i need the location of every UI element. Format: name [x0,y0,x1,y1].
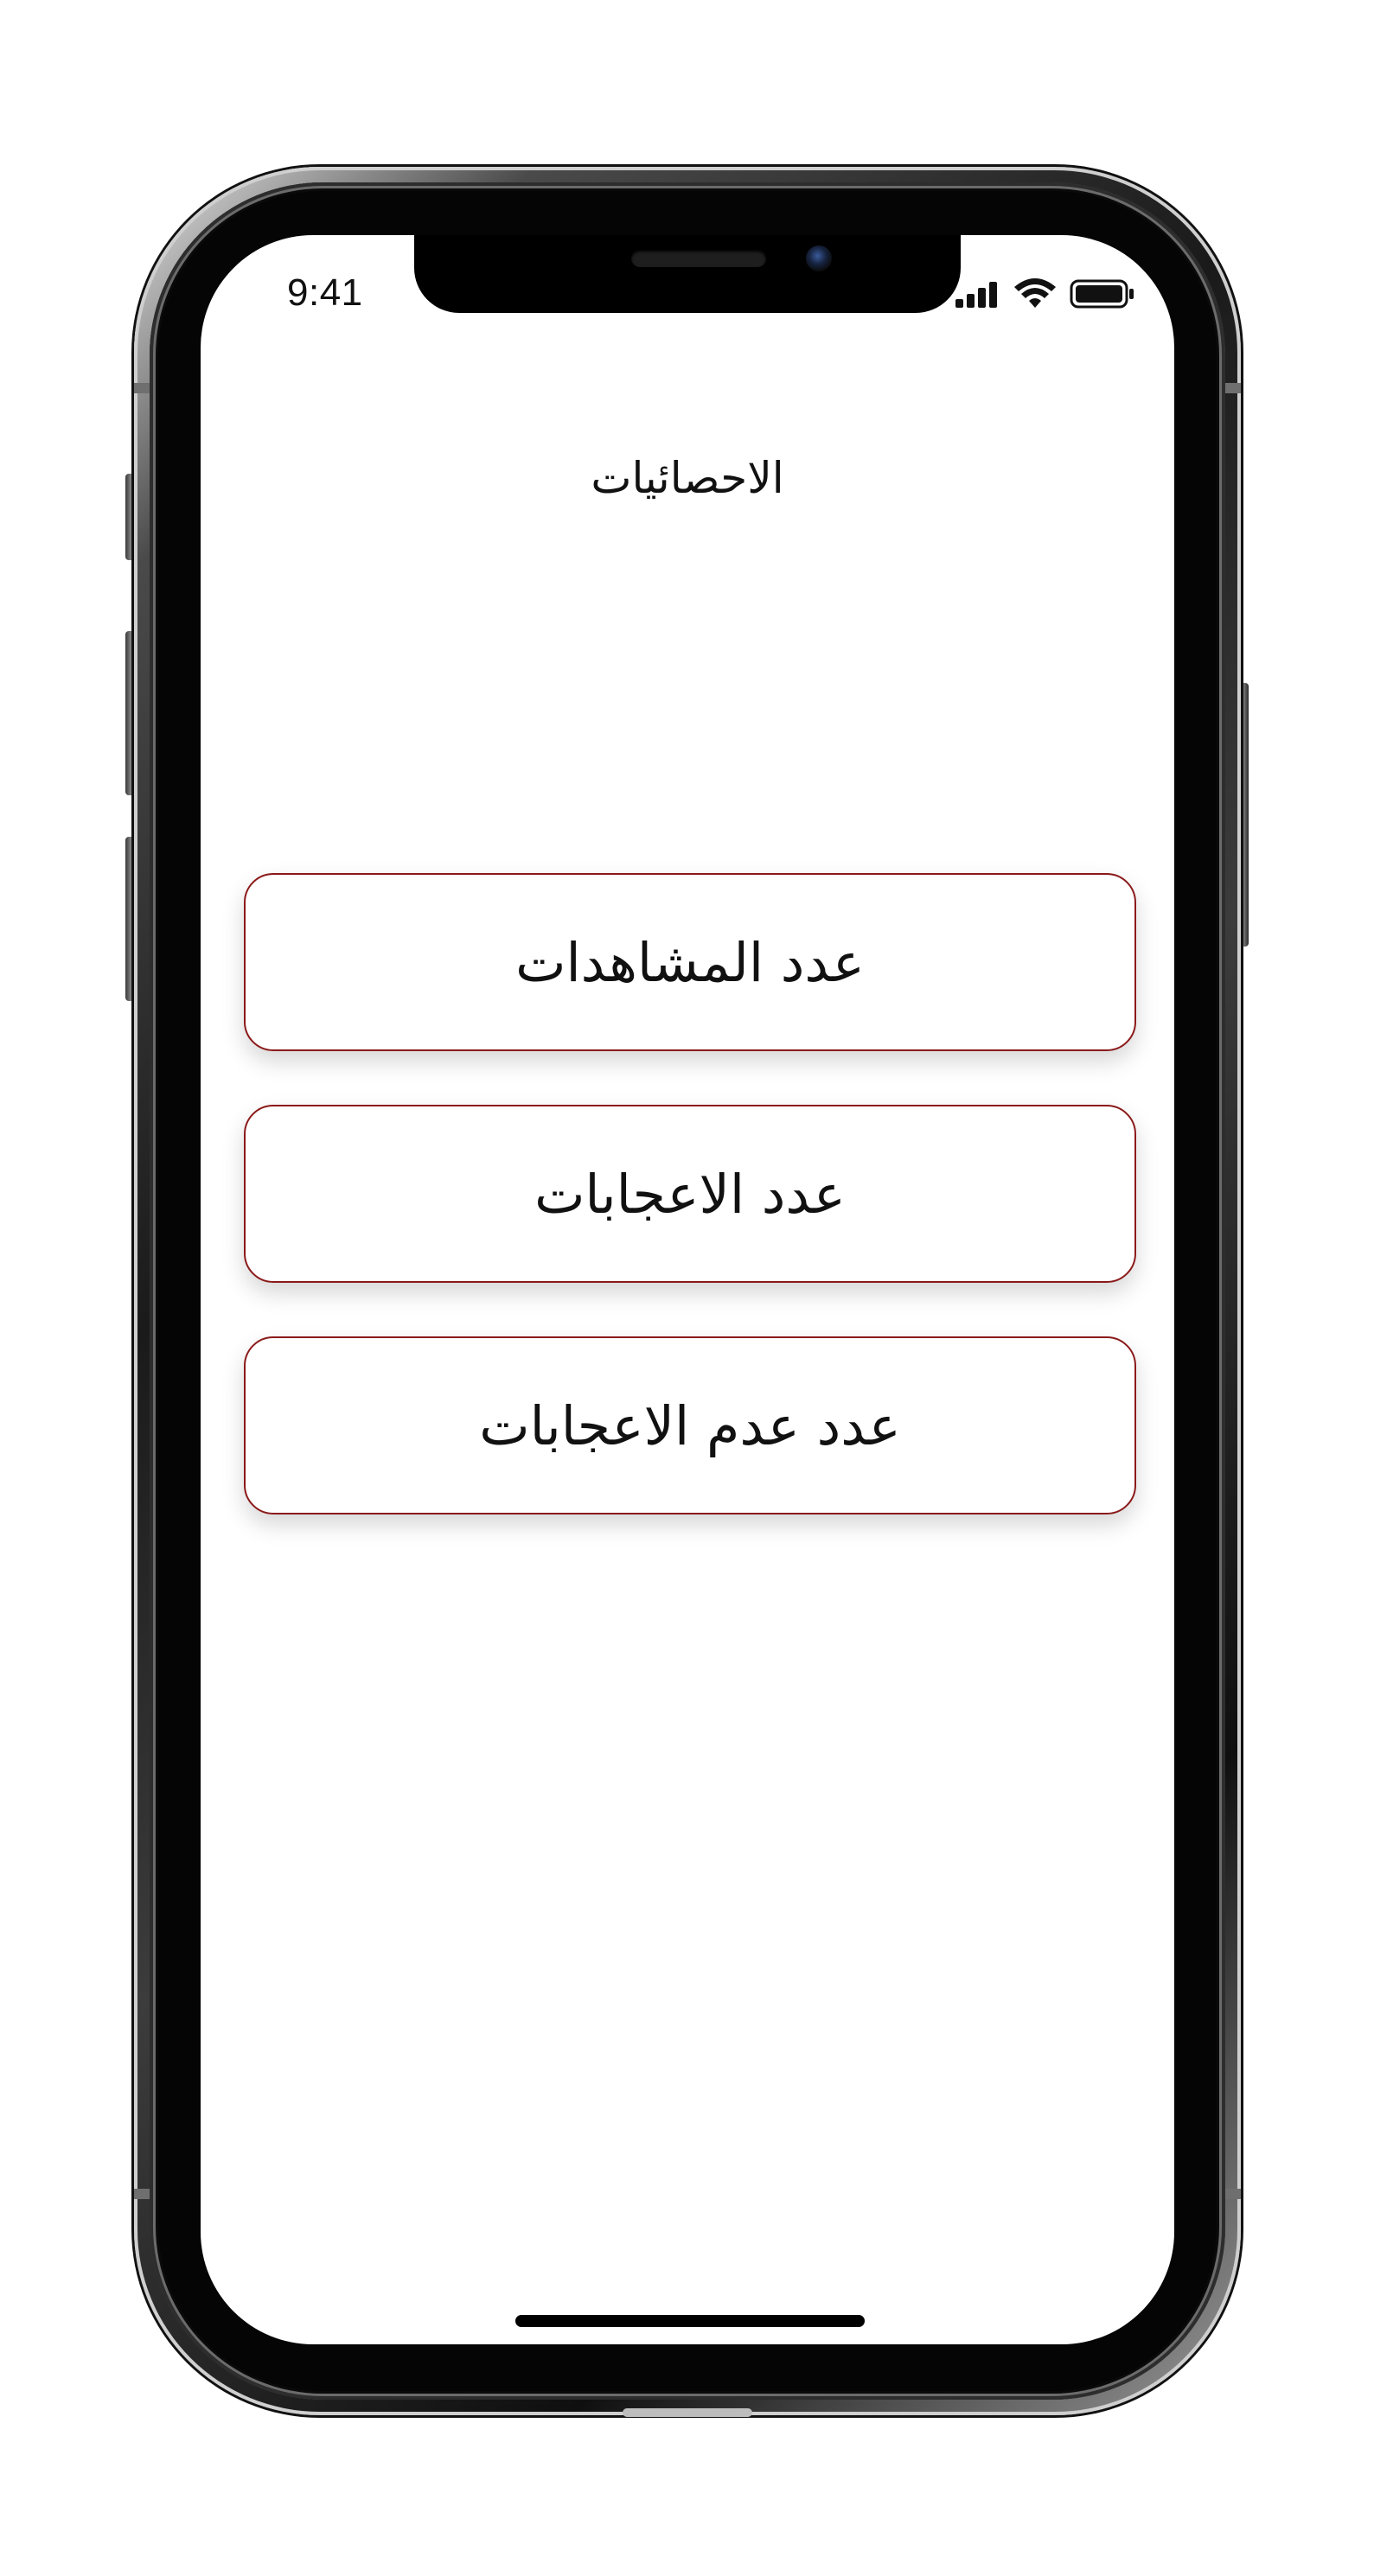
page-title: الاحصائيات [591,453,784,503]
speaker-grille [631,250,766,267]
dislikes-count-label: عدد عدم الاعجابات [479,1393,901,1457]
screen: 9:41 الاحصائيات عدد المشاهدات عدد الاعجا… [201,235,1174,2344]
bottom-edge-detail [623,2408,752,2417]
antenna-band [1225,2189,1241,2199]
likes-count-label: عدد الاعجابات [534,1162,846,1226]
notch [414,235,961,313]
likes-count-button[interactable]: عدد الاعجابات [244,1105,1136,1283]
antenna-band [1225,383,1241,393]
stats-options-list: عدد المشاهدات عدد الاعجابات عدد عدم الاع… [244,873,1136,1568]
battery-icon [1070,279,1134,309]
cellular-signal-icon [955,282,997,308]
views-count-label: عدد المشاهدات [515,930,865,994]
home-indicator[interactable] [515,2315,865,2327]
wifi-icon [1014,278,1056,308]
dislikes-count-button[interactable]: عدد عدم الاعجابات [244,1336,1136,1514]
status-time: 9:41 [287,271,363,314]
status-icons [954,278,1135,309]
front-camera-icon [806,245,832,271]
antenna-band [134,2189,150,2199]
antenna-band [134,383,150,393]
views-count-button[interactable]: عدد المشاهدات [244,873,1136,1051]
device-frame: 9:41 الاحصائيات عدد المشاهدات عدد الاعجا… [0,0,1374,2576]
